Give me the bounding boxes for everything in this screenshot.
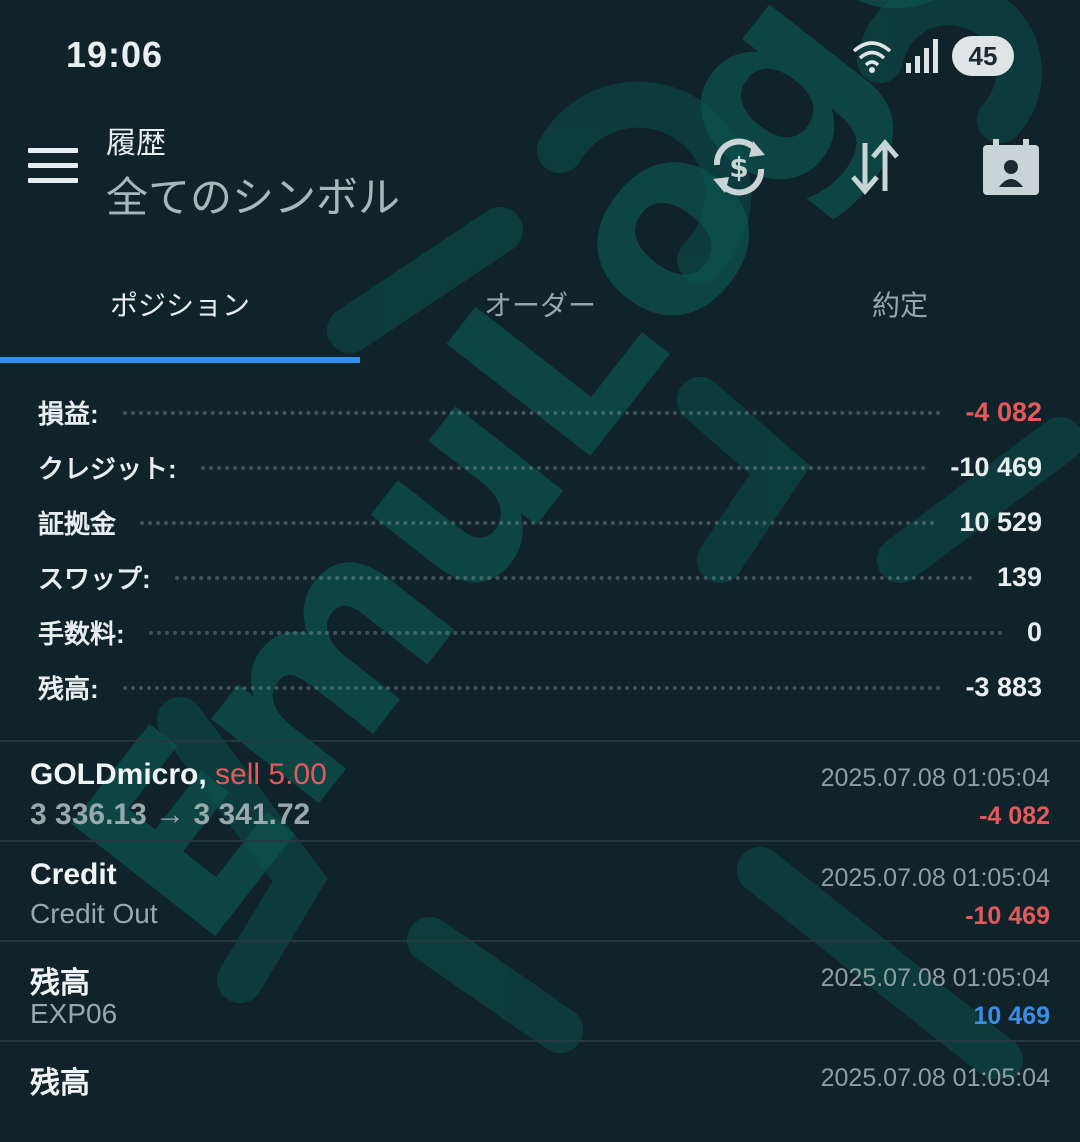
summary-row-margin: 証拠金 10 529 [38,495,1042,550]
sort-button[interactable] [840,132,910,202]
item-datetime: 2025.07.08 01:05:04 [820,964,1050,992]
summary-label: スワップ: [38,564,151,594]
summary-value: 0 [1026,617,1042,647]
item-symbol: GOLDmicro, [30,758,207,791]
history-item[interactable]: Credit Credit Out 2025.07.08 01:05:04 -1… [0,842,1080,942]
item-symbol: 残高 [30,1067,90,1100]
tab-bar: ポジション オーダー 約定 [0,240,1080,365]
item-comment: Credit Out [30,898,158,929]
signal-icon [906,39,938,73]
summary-row-profit: 損益: -4 082 [38,385,1042,440]
tab-positions[interactable]: ポジション [110,284,250,324]
wifi-icon [852,41,892,73]
item-datetime: 2025.07.08 01:05:04 [820,764,1050,792]
battery-indicator: 45 [952,36,1014,76]
history-item[interactable]: 残高 2025.07.08 01:05:04 [0,1042,1080,1142]
item-price-change: 3 336.13 → 3 341.72 [30,798,311,831]
item-symbol: Credit [30,858,117,891]
symbol-filter[interactable]: 全てのシンボル [106,164,400,225]
hamburger-icon [28,148,78,153]
dollar-refresh-icon: $ [713,138,765,196]
summary-value: 10 529 [959,507,1042,537]
page-title: 履歴 [106,127,166,160]
svg-text:$: $ [729,151,748,184]
sort-arrows-icon [851,139,899,195]
summary-row-credit: クレジット: -10 469 [38,440,1042,495]
calendar-user-icon [983,139,1039,195]
history-item[interactable]: 残高 EXP06 2025.07.08 01:05:04 10 469 [0,942,1080,1042]
currency-exchange-button[interactable]: $ [704,132,774,202]
item-comment: EXP06 [30,998,118,1029]
status-time: 19:06 [66,34,164,75]
item-amount: 10 469 [973,1002,1050,1030]
item-symbol: 残高 [30,967,90,1000]
summary-label: 損益: [38,399,99,429]
item-amount: -4 082 [979,802,1050,830]
summary-row-commission: 手数料: 0 [38,605,1042,660]
summary-label: クレジット: [38,454,177,484]
menu-button[interactable] [28,148,78,184]
item-side: sell 5.00 [215,758,327,791]
summary-value: -10 469 [950,452,1042,482]
summary-row-swap: スワップ: 139 [38,550,1042,605]
summary-value: -4 082 [965,397,1042,427]
tab-deals[interactable]: 約定 [872,284,928,324]
battery-level: 45 [968,40,998,71]
item-amount: -10 469 [965,902,1050,930]
tab-orders[interactable]: オーダー [484,284,596,324]
summary-label: 残高: [38,674,99,704]
status-bar: 19:06 45 [0,0,1080,110]
calendar-button[interactable] [976,132,1046,202]
summary-label: 証拠金 [38,509,117,539]
summary-label: 手数料: [38,619,125,649]
history-item[interactable]: GOLDmicro, sell 5.00 3 336.13 → 3 341.72… [0,742,1080,842]
summary-value: -3 883 [965,672,1042,702]
summary-row-balance: 残高: -3 883 [38,660,1042,715]
summary-value: 139 [996,562,1042,592]
active-tab-indicator [0,357,360,363]
item-datetime: 2025.07.08 01:05:04 [820,864,1050,892]
app-header: 履歴 全てのシンボル $ [0,110,1080,240]
status-icons: 45 [852,36,1014,76]
